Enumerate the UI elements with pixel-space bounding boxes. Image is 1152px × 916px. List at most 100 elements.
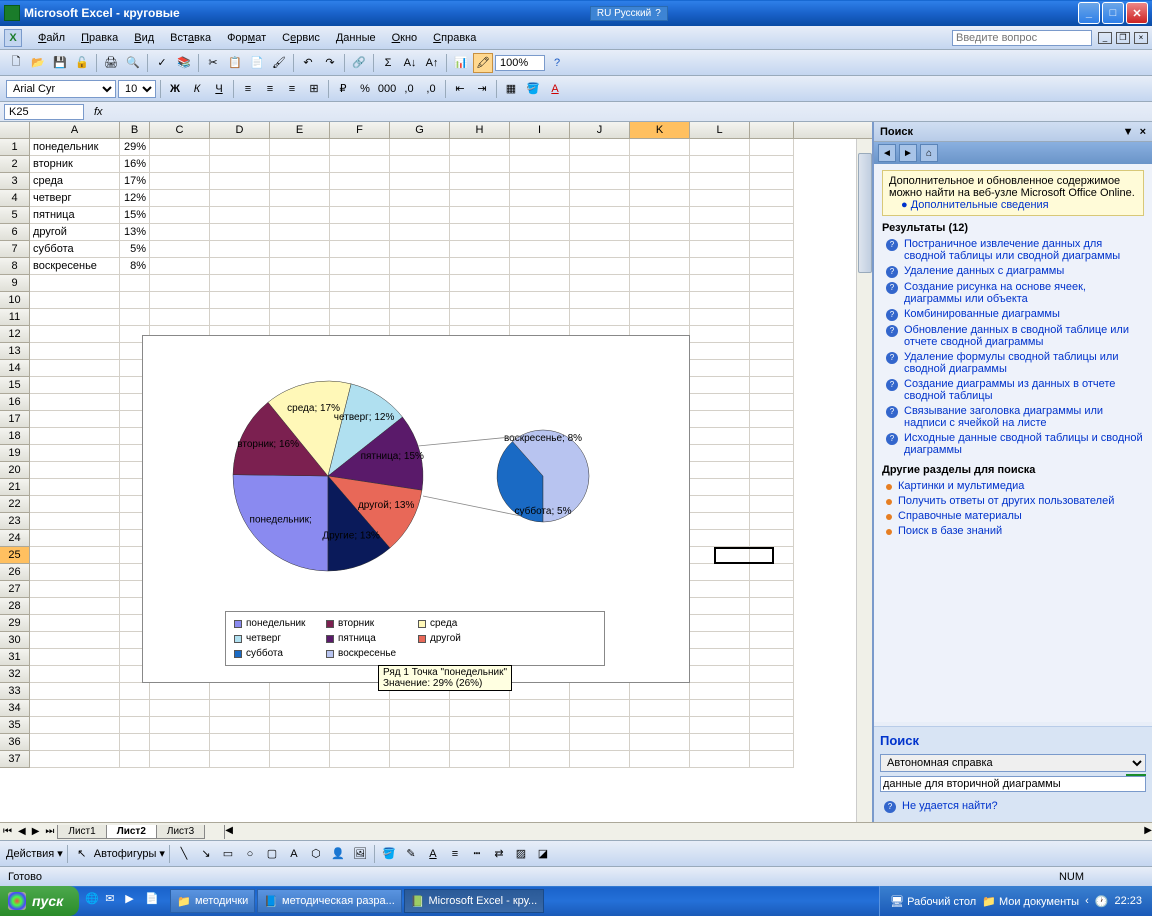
sheet-tab-2[interactable]: Лист2 [106, 825, 157, 839]
menu-edit[interactable]: Правка [73, 30, 126, 46]
taskpane-close-icon[interactable]: × [1140, 126, 1146, 138]
menu-help[interactable]: Справка [425, 30, 484, 46]
other-section-item[interactable]: Картинки и мультимедиа [882, 480, 1144, 492]
help-result-item[interactable]: ?Связывание заголовка диаграммы или надп… [882, 405, 1144, 429]
menu-window[interactable]: Окно [384, 30, 426, 46]
app-logo[interactable]: X [4, 29, 22, 47]
taskbar-item-1[interactable]: 📁 методички [170, 889, 255, 913]
picture-icon[interactable]: 🖼 [350, 844, 370, 864]
tab-nav-next[interactable]: ▶ [29, 826, 43, 837]
rectangle-icon[interactable]: ▭ [218, 844, 238, 864]
align-center-icon[interactable]: ≡ [260, 79, 280, 99]
help-result-item[interactable]: ?Создание рисунка на основе ячеек, диагр… [882, 281, 1144, 305]
menu-tools[interactable]: Сервис [274, 30, 328, 46]
clipart-icon[interactable]: 👤 [328, 844, 348, 864]
percent-icon[interactable]: % [355, 79, 375, 99]
sort-desc-icon[interactable]: A↑ [422, 53, 442, 73]
comma-icon[interactable]: 000 [377, 79, 397, 99]
search-input[interactable] [880, 776, 1146, 792]
tray-desktop[interactable]: 🖥 Рабочий стол [890, 895, 976, 908]
preview-icon[interactable]: 🔍 [123, 53, 143, 73]
sheet-tab-3[interactable]: Лист3 [156, 825, 205, 839]
wordart-icon[interactable]: A [284, 844, 304, 864]
oval-icon[interactable]: ○ [240, 844, 260, 864]
font-color-icon[interactable]: A [423, 844, 443, 864]
other-section-item[interactable]: Поиск в базе знаний [882, 525, 1144, 537]
tray-chevron[interactable]: ‹ [1085, 895, 1089, 907]
sort-asc-icon[interactable]: A↓ [400, 53, 420, 73]
dec-decimal-icon[interactable]: ,0 [421, 79, 441, 99]
arrow-style-icon[interactable]: ⇄ [489, 844, 509, 864]
cut-icon[interactable]: ✂ [203, 53, 223, 73]
minimize-button[interactable]: _ [1078, 2, 1100, 24]
shadow-icon[interactable]: ▨ [511, 844, 531, 864]
currency-icon[interactable]: ₽ [333, 79, 353, 99]
save-icon[interactable]: 💾 [50, 53, 70, 73]
other-section-item[interactable]: Получить ответы от других пользователей [882, 495, 1144, 507]
dec-indent-icon[interactable]: ⇤ [450, 79, 470, 99]
maximize-button[interactable]: □ [1102, 2, 1124, 24]
help-result-item[interactable]: ?Обновление данных в сводной таблице или… [882, 324, 1144, 348]
italic-icon[interactable]: К [187, 79, 207, 99]
ql-doc-icon[interactable]: 📄 [145, 892, 163, 910]
font-select[interactable]: Arial Cyr [6, 80, 116, 98]
other-section-item[interactable]: Справочные материалы [882, 510, 1144, 522]
hyperlink-icon[interactable]: 🔗 [349, 53, 369, 73]
worksheet[interactable]: ABCDEFGHIJKL 1понедельник29%2вторник16%3… [0, 122, 872, 822]
chart-wizard-icon[interactable]: 📊 [451, 53, 471, 73]
menu-data[interactable]: Данные [328, 30, 384, 46]
autoshapes-menu[interactable]: Автофигуры ▾ [94, 847, 165, 860]
menu-format[interactable]: Формат [219, 30, 274, 46]
format-painter-icon[interactable]: 🖌 [269, 53, 289, 73]
borders-icon[interactable]: ▦ [501, 79, 521, 99]
taskbar-item-3[interactable]: 📗 Microsoft Excel - кру... [404, 889, 544, 913]
nav-back-icon[interactable]: ◄ [878, 144, 896, 162]
spelling-icon[interactable]: ✓ [152, 53, 172, 73]
vertical-scrollbar[interactable] [856, 139, 872, 822]
zoom-box[interactable] [495, 55, 545, 71]
close-button[interactable]: ✕ [1126, 2, 1148, 24]
permission-icon[interactable]: 🔓 [72, 53, 92, 73]
help-result-item[interactable]: ?Исходные данные сводной таблицы и сводн… [882, 432, 1144, 456]
start-button[interactable]: пуск [0, 886, 79, 916]
fill-icon[interactable]: 🪣 [379, 844, 399, 864]
print-icon[interactable]: 🖨 [101, 53, 121, 73]
question-box[interactable] [952, 30, 1092, 46]
fontsize-select[interactable]: 10 [118, 80, 156, 98]
taskbar-item-2[interactable]: 📘 методическая разра... [257, 889, 401, 913]
horizontal-scrollbar[interactable]: ◀▶ [224, 825, 1152, 839]
help-icon[interactable]: ? [547, 53, 567, 73]
merge-icon[interactable]: ⊞ [304, 79, 324, 99]
3d-icon[interactable]: ◪ [533, 844, 553, 864]
inc-decimal-icon[interactable]: ,0 [399, 79, 419, 99]
font-color-icon[interactable]: A [545, 79, 565, 99]
line-icon[interactable]: ╲ [174, 844, 194, 864]
mdi-restore[interactable]: ❐ [1116, 32, 1130, 44]
diagram-icon[interactable]: ⬡ [306, 844, 326, 864]
sheet-tab-1[interactable]: Лист1 [57, 825, 106, 839]
search-source-select[interactable]: Автономная справка [880, 754, 1146, 772]
cant-find-link[interactable]: Не удается найти? [902, 800, 998, 813]
help-result-item[interactable]: ?Создание диаграммы из данных в отчете с… [882, 378, 1144, 402]
underline-icon[interactable]: Ч [209, 79, 229, 99]
paste-icon[interactable]: 📄 [247, 53, 267, 73]
help-result-item[interactable]: ?Удаление формулы сводной таблицы или св… [882, 351, 1144, 375]
copy-icon[interactable]: 📋 [225, 53, 245, 73]
language-indicator[interactable]: RU Русский? [590, 6, 668, 21]
info-link[interactable]: Дополнительные сведения [911, 199, 1049, 211]
help-result-item[interactable]: ?Удаление данных с диаграммы [882, 265, 1144, 278]
help-result-item[interactable]: ?Постраничное извлечение данных для свод… [882, 238, 1144, 262]
line-color-icon[interactable]: ✎ [401, 844, 421, 864]
tab-nav-first[interactable]: ⏮ [0, 826, 15, 837]
ql-ie-icon[interactable]: 🌐 [85, 892, 103, 910]
nav-home-icon[interactable]: ⌂ [920, 144, 938, 162]
undo-icon[interactable]: ↶ [298, 53, 318, 73]
new-icon[interactable]: 🗋 [6, 53, 26, 73]
dash-style-icon[interactable]: ┅ [467, 844, 487, 864]
tab-nav-last[interactable]: ⏭ [42, 826, 57, 837]
select-all-corner[interactable] [0, 122, 30, 138]
drawing-icon[interactable]: 🖍 [473, 53, 493, 73]
fx-label[interactable]: fx [94, 106, 103, 118]
tray-docs[interactable]: 📁 Мои документы [982, 895, 1079, 908]
name-box[interactable] [4, 104, 84, 120]
